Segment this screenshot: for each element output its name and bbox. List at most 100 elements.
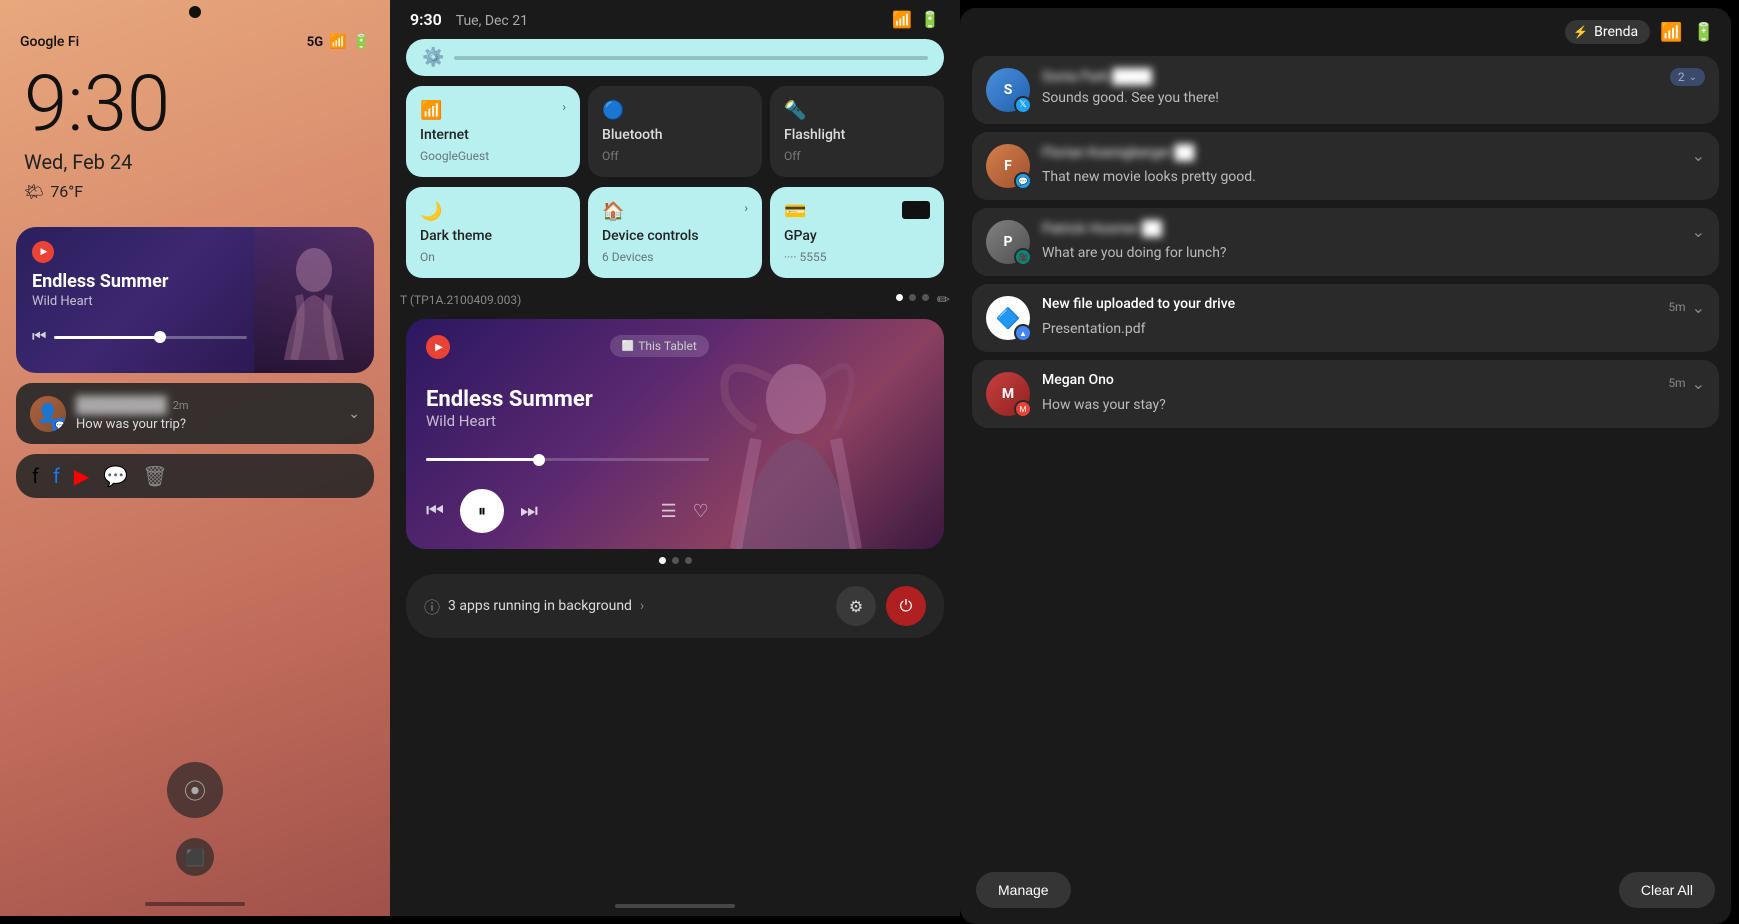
recents-button[interactable]: ⬛ xyxy=(176,838,214,876)
build-row: T (TP1A.2100409.003) ✏ xyxy=(390,288,960,311)
dock-icon-youtube[interactable]: ▶ xyxy=(74,464,89,488)
notif-avatar-patrick: P 🎥 xyxy=(986,220,1030,264)
tablet-date: Tue, Dec 21 xyxy=(456,13,528,29)
drive-app-badge: ▲ xyxy=(1014,324,1032,342)
gpay-label: GPay xyxy=(784,228,930,244)
notif-app-badge xyxy=(52,418,66,432)
settings-circle[interactable]: ⚙ xyxy=(836,586,876,626)
phone-network: 5G xyxy=(307,35,323,50)
expand-megan[interactable]: ⌄ xyxy=(1692,374,1705,393)
notif-msg-florian: That new movie looks pretty good. xyxy=(1042,169,1705,185)
dot-3 xyxy=(922,294,929,301)
megan-app-badge: M xyxy=(1014,400,1032,418)
qs-bluetooth[interactable]: 🔵 Bluetooth Off xyxy=(588,86,762,177)
phone-home-bar xyxy=(145,902,245,906)
tablet-next-btn[interactable]: ⏭ xyxy=(520,500,538,523)
tablet-panel: 9:30 Tue, Dec 21 📶 🔋 ⚙️ 📶 › Internet Goo… xyxy=(390,0,960,916)
brightness-row[interactable]: ⚙️ xyxy=(406,39,944,76)
qs-gpay[interactable]: 💳 GPay ···· 5555 xyxy=(770,187,944,278)
music-dot-2 xyxy=(672,557,679,564)
music-artwork xyxy=(254,227,374,373)
progress-bar[interactable] xyxy=(54,336,247,339)
fingerprint-button[interactable]: ⦿ xyxy=(167,762,223,818)
notification-list: S 𝕏 Sonia Park ████ 2 ⌄ Sounds good. See… xyxy=(960,56,1731,860)
tablet-music-card[interactable]: ▶ ⬜ This Tablet Endless Summer Wild Hear… xyxy=(406,319,944,549)
phone-dock: f f ▶ 💬 🗑 xyxy=(16,454,374,498)
manage-button[interactable]: Manage xyxy=(976,872,1071,908)
tablet-prev-btn[interactable]: ⏮ xyxy=(426,500,444,523)
edit-icon[interactable]: ✏ xyxy=(937,290,950,309)
notifications-panel: ⚡ Brenda 📶 🔋 S 𝕏 Sonia Park ████ 2 xyxy=(960,8,1731,924)
flashlight-label: Flashlight xyxy=(784,127,930,143)
dock-icon-trash[interactable]: 🗑 xyxy=(142,464,167,488)
expand-patrick[interactable]: ⌄ xyxy=(1692,222,1705,241)
notif-msg-drive: Presentation.pdf xyxy=(1042,321,1705,337)
notif-item-megan[interactable]: M M Megan Ono 5m ⌄ How was your stay? xyxy=(972,360,1719,428)
notif-item-florian[interactable]: F 💬 Florian Koenigberger ██ ⌄ That new m… xyxy=(972,132,1719,200)
fingerprint-icon: ⦿ xyxy=(184,774,206,806)
prev-button[interactable]: ⏮ xyxy=(32,328,46,346)
internet-label: Internet xyxy=(420,127,566,143)
notif-panel-top: ⚡ Brenda 📶 🔋 xyxy=(960,8,1731,56)
notif-item-sonia[interactable]: S 𝕏 Sonia Park ████ 2 ⌄ Sounds good. See… xyxy=(972,56,1719,124)
clear-all-button[interactable]: Clear All xyxy=(1619,872,1715,908)
notif-name-florian: Florian Koenigberger ██ xyxy=(1042,144,1194,161)
flashlight-icon: 🔦 xyxy=(784,100,806,121)
settings-icon: ⚙ xyxy=(849,597,863,616)
dot-1 xyxy=(896,294,903,301)
qs-internet[interactable]: 📶 › Internet GoogleGuest xyxy=(406,86,580,177)
phone-date: Wed, Feb 24 xyxy=(0,146,390,178)
phone-notification-card[interactable]: 👤 ████████ 2m How was your trip? ⌄ xyxy=(16,383,374,444)
dock-icon-hangouts[interactable]: 💬 xyxy=(103,464,128,488)
gpay-sub: ···· 5555 xyxy=(784,250,930,264)
brightness-slider[interactable] xyxy=(454,56,928,60)
gpay-icon: 💳 xyxy=(784,201,806,222)
dock-icon-facebook2[interactable]: f xyxy=(53,464,60,488)
bluetooth-label: Bluetooth xyxy=(602,127,748,143)
darktheme-label: Dark theme xyxy=(420,228,566,244)
info-icon: ⓘ xyxy=(424,594,440,618)
notif-time-megan: 5m xyxy=(1668,376,1685,390)
bg-apps-bar[interactable]: ⓘ 3 apps running in background › ⚙ ⏻ xyxy=(406,574,944,638)
expand-drive[interactable]: ⌄ xyxy=(1692,298,1705,317)
device-controls-chevron: › xyxy=(744,201,748,215)
florian-app-badge: 💬 xyxy=(1014,172,1032,190)
notif-name-megan: Megan Ono xyxy=(1042,372,1114,388)
lightning-icon: ⚡ xyxy=(1573,25,1588,39)
phone-time: 9:30 xyxy=(0,58,390,146)
expand-icon[interactable]: ⌄ xyxy=(348,406,360,422)
quick-settings: ⚙️ 📶 › Internet GoogleGuest 🔵 Bluetooth … xyxy=(390,39,960,278)
power-icon: ⏻ xyxy=(900,596,913,616)
user-badge[interactable]: ⚡ Brenda xyxy=(1565,20,1650,44)
internet-icon: 📶 xyxy=(420,100,442,121)
notif-msg-patrick: What are you doing for lunch? xyxy=(1042,245,1705,261)
signal-icon: 📶 xyxy=(329,34,346,50)
notif-item-drive[interactable]: 🔷 ▲ New file uploaded to your drive 5m ⌄… xyxy=(972,284,1719,352)
qs-darktheme[interactable]: 🌙 Dark theme On xyxy=(406,187,580,278)
internet-sub: GoogleGuest xyxy=(420,149,566,163)
notif-actions: Manage Clear All xyxy=(960,860,1731,924)
notif-item-patrick[interactable]: P 🎥 Patrick Hosmer ██ ⌄ What are you doi… xyxy=(972,208,1719,276)
expand-florian[interactable]: ⌄ xyxy=(1692,146,1705,165)
notif-avatar-drive: 🔷 ▲ xyxy=(986,296,1030,340)
flashlight-sub: Off xyxy=(784,149,930,163)
tablet-pause-btn[interactable]: ⏸ xyxy=(460,489,504,533)
device-controls-icon: 🏠 xyxy=(602,201,624,222)
power-circle[interactable]: ⏻ xyxy=(886,586,926,626)
qs-device-controls[interactable]: 🏠 › Device controls 6 Devices xyxy=(588,187,762,278)
dock-icon-facebook[interactable]: f xyxy=(32,464,39,488)
notif-time-drive: 5m xyxy=(1668,300,1685,314)
wifi-status-icon: 📶 xyxy=(1660,22,1682,43)
tablet-music-controls[interactable]: ⏮ ⏸ ⏭ ☰ ♡ xyxy=(426,489,709,533)
tablet-music-progress xyxy=(426,458,709,461)
tablet-battery-icon: 🔋 xyxy=(920,10,940,29)
phone-music-card[interactable]: 🖥 This phone Endless Summer Wild Heart ⏮ xyxy=(16,227,374,373)
phone-notif-avatar: 👤 xyxy=(30,396,66,432)
battery-icon: 🔋 xyxy=(353,34,370,50)
music-dot-3 xyxy=(685,557,692,564)
qs-flashlight[interactable]: 🔦 Flashlight Off xyxy=(770,86,944,177)
notif-avatar-megan: M M xyxy=(986,372,1030,416)
card-chip xyxy=(902,201,930,219)
tablet-status-bar: 9:30 Tue, Dec 21 📶 🔋 xyxy=(390,0,960,39)
internet-chevron: › xyxy=(562,100,566,114)
